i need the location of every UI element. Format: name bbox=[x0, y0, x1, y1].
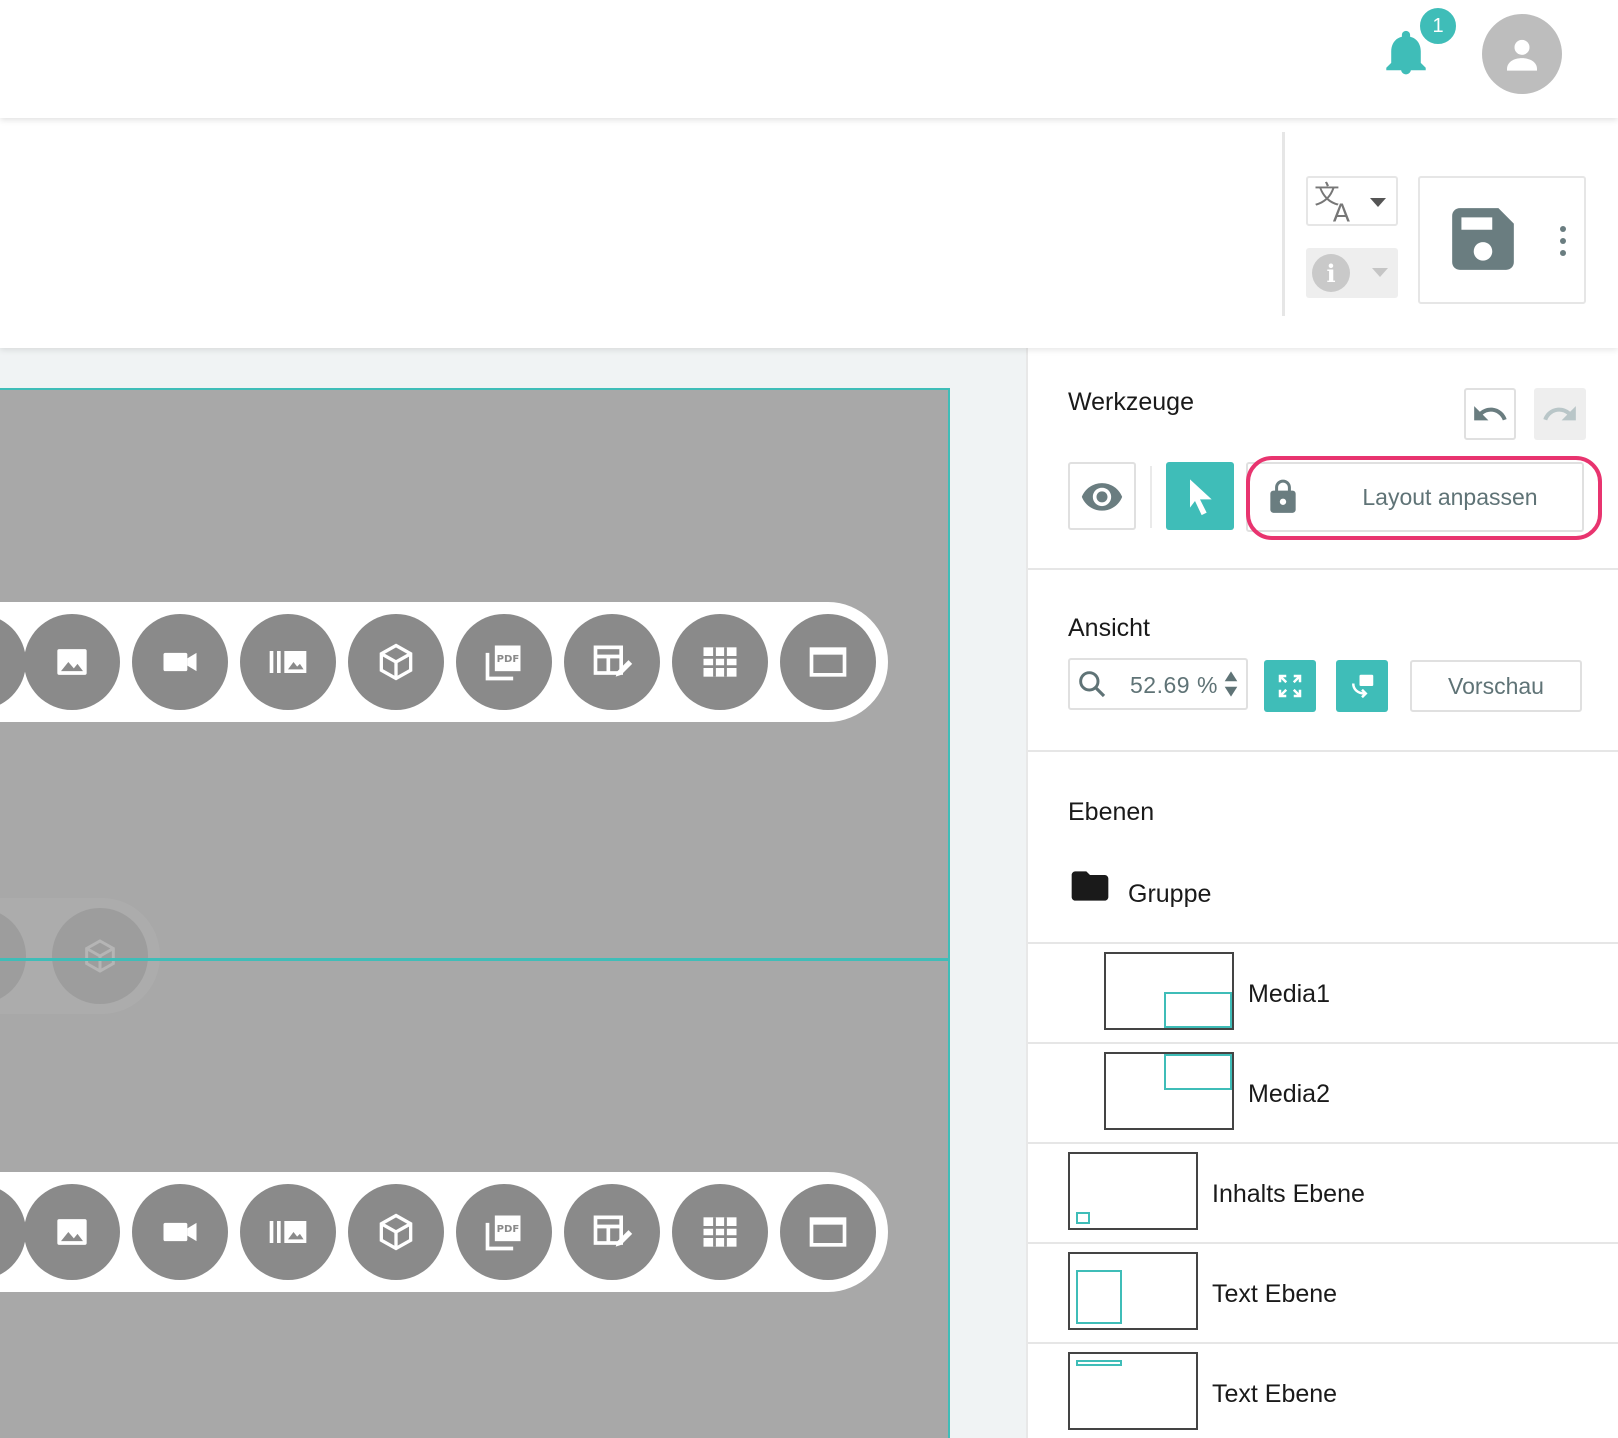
undo-icon bbox=[1474, 406, 1507, 421]
preview-button[interactable]: Vorschau bbox=[1410, 660, 1582, 712]
workspace: PDF PDF bbox=[0, 348, 1026, 1438]
svg-text:PDF: PDF bbox=[497, 654, 520, 665]
more-options-icon[interactable] bbox=[1558, 226, 1568, 256]
layer-row-inhalts-ebene[interactable]: Inhalts Ebene bbox=[1028, 1142, 1618, 1239]
preview-mode-button[interactable] bbox=[1068, 462, 1136, 530]
form-edit-widget-icon[interactable] bbox=[564, 1184, 660, 1280]
eye-icon bbox=[1081, 483, 1123, 511]
video-widget-icon[interactable] bbox=[132, 614, 228, 710]
chevron-down-icon bbox=[1370, 198, 1386, 207]
stepper-icon[interactable] bbox=[1224, 670, 1238, 698]
editor-toolbar: 文 A i bbox=[0, 118, 1618, 348]
layer-label: Inhalts Ebene bbox=[1212, 1180, 1365, 1208]
layer-thumbnail bbox=[1104, 1052, 1234, 1130]
chevron-down-icon bbox=[1372, 268, 1388, 277]
layout-adjust-label: Layout anpassen bbox=[1362, 483, 1538, 510]
gallery-widget-icon[interactable] bbox=[240, 1184, 336, 1280]
svg-text:PDF: PDF bbox=[497, 1224, 520, 1235]
section-divider bbox=[1028, 750, 1618, 752]
partial-widget-icon[interactable] bbox=[0, 1184, 26, 1280]
layer-label: Text Ebene bbox=[1212, 1280, 1338, 1308]
search-icon bbox=[1079, 671, 1106, 698]
video-widget-icon[interactable] bbox=[132, 1184, 228, 1280]
frame-widget-icon[interactable] bbox=[780, 614, 876, 710]
section-divider bbox=[1028, 568, 1618, 570]
pdf-widget-icon[interactable]: PDF bbox=[456, 1184, 552, 1280]
layers-swap-icon bbox=[1352, 674, 1374, 699]
widget-bar-bottom: PDF bbox=[0, 1172, 888, 1292]
language-select[interactable]: 文 A bbox=[1306, 176, 1398, 226]
redo-button[interactable] bbox=[1534, 388, 1586, 440]
frame-widget-icon[interactable] bbox=[780, 1184, 876, 1280]
image-widget-icon[interactable] bbox=[24, 614, 120, 710]
tools-divider bbox=[1150, 466, 1152, 528]
widget-bar-top: PDF bbox=[0, 602, 888, 722]
undo-button[interactable] bbox=[1464, 388, 1516, 440]
layer-thumbnail bbox=[1104, 952, 1234, 1030]
toolbar-divider bbox=[1282, 132, 1285, 316]
gallery-widget-icon[interactable] bbox=[240, 614, 336, 710]
lock-icon bbox=[1270, 479, 1296, 513]
info-select[interactable]: i bbox=[1306, 248, 1398, 298]
translate-icon: 文 A bbox=[1314, 180, 1351, 224]
view-section-title: Ansicht bbox=[1068, 614, 1150, 642]
save-button[interactable] bbox=[1446, 202, 1520, 276]
pdf-widget-icon[interactable]: PDF bbox=[456, 614, 552, 710]
tools-section-title: Werkzeuge bbox=[1068, 388, 1194, 416]
layer-thumbnail bbox=[1068, 1352, 1198, 1430]
3d-cube-widget-icon[interactable] bbox=[348, 614, 444, 710]
cursor-pointer-icon bbox=[1190, 479, 1212, 516]
layer-thumbnail bbox=[1068, 1152, 1198, 1230]
alignment-guide-line bbox=[0, 958, 948, 961]
properties-panel: Werkzeuge Layout anpassen Ansicht 52.69 … bbox=[1026, 348, 1618, 1438]
3d-cube-widget-icon[interactable] bbox=[348, 1184, 444, 1280]
floppy-disk-icon bbox=[1452, 208, 1514, 270]
layout-canvas[interactable]: PDF PDF bbox=[0, 388, 950, 1438]
layer-row-text-ebene-2[interactable]: Text Ebene bbox=[1028, 1342, 1618, 1438]
zoom-input[interactable]: 52.69 % bbox=[1068, 658, 1248, 710]
image-widget-icon bbox=[0, 908, 26, 1004]
notification-count-badge: 1 bbox=[1418, 6, 1458, 46]
layer-thumbnail bbox=[1068, 1252, 1198, 1330]
dragging-widget-bar-ghost bbox=[0, 898, 160, 1014]
table-widget-icon[interactable] bbox=[672, 1184, 768, 1280]
select-tool-button[interactable] bbox=[1166, 462, 1234, 530]
switch-view-button[interactable] bbox=[1336, 660, 1388, 712]
svg-text:A: A bbox=[1333, 199, 1351, 224]
info-icon: i bbox=[1312, 254, 1350, 292]
table-widget-icon[interactable] bbox=[672, 614, 768, 710]
person-icon bbox=[1507, 39, 1537, 71]
layer-label: Media1 bbox=[1248, 980, 1330, 1008]
layer-row-text-ebene-1[interactable]: Text Ebene bbox=[1028, 1242, 1618, 1339]
layer-label: Text Ebene bbox=[1212, 1380, 1338, 1408]
layer-row-media2[interactable]: Media2 bbox=[1028, 1042, 1618, 1139]
folder-icon bbox=[1071, 871, 1109, 901]
layout-adjust-button[interactable]: Layout anpassen bbox=[1246, 462, 1584, 532]
layers-section-title: Ebenen bbox=[1068, 798, 1155, 826]
expand-icon bbox=[1278, 674, 1302, 698]
layer-group-label[interactable]: Gruppe bbox=[1128, 880, 1211, 909]
layer-row-media1[interactable]: Media1 bbox=[1028, 942, 1618, 1039]
partial-widget-icon[interactable] bbox=[0, 614, 26, 710]
top-bar: 1 bbox=[0, 0, 1618, 118]
form-edit-widget-icon[interactable] bbox=[564, 614, 660, 710]
image-widget-icon[interactable] bbox=[24, 1184, 120, 1280]
user-avatar[interactable] bbox=[1482, 14, 1562, 94]
fit-to-screen-button[interactable] bbox=[1264, 660, 1316, 712]
zoom-value: 52.69 % bbox=[1130, 672, 1218, 698]
layer-label: Media2 bbox=[1248, 1080, 1330, 1108]
save-container bbox=[1418, 176, 1586, 304]
3d-cube-widget-icon bbox=[52, 908, 148, 1004]
notification-bell-icon[interactable] bbox=[1386, 30, 1426, 76]
redo-icon bbox=[1543, 406, 1576, 421]
